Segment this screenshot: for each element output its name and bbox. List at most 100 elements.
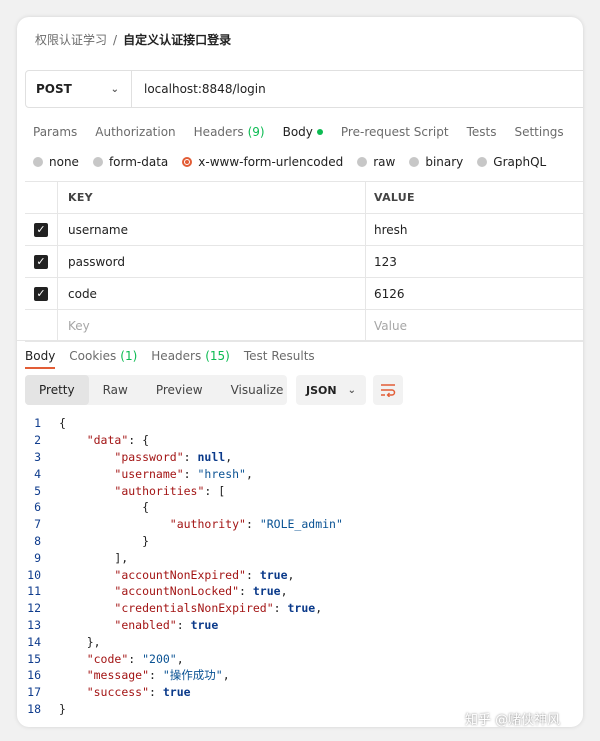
headers-count: (9) [247,125,265,139]
view-visualize[interactable]: Visualize [217,375,298,405]
code-text: ], [59,550,129,565]
tab-pre-request-script[interactable]: Pre-request Script [341,121,449,143]
code-text: "success": true [86,685,191,700]
line-number: 12 [27,601,41,616]
line-number: 9 [34,550,41,565]
view-raw[interactable]: Raw [89,375,142,405]
line-number: 4 [34,466,41,481]
checkbox-checked-icon[interactable]: ✓ [34,254,48,269]
line-number: 10 [27,567,41,582]
code-line: 12 "credentialsNonExpired": true, [17,600,583,617]
params-table: KEY VALUE ✓ username hresh ✓ password 12… [25,181,583,342]
code-line: 4 "username": "hresh", [17,465,583,482]
tab-label: Tests [466,125,497,139]
line-number: 2 [34,433,41,448]
code-text: "code": "200", [86,651,184,666]
tab-body[interactable]: Body [283,121,323,143]
method-select[interactable]: POST ⌄ [26,71,132,107]
tab-label: Settings [514,125,564,139]
active-dot-icon [316,129,323,135]
key-column-header: KEY [58,182,366,213]
line-number: 13 [27,617,41,632]
tab-params[interactable]: Params [33,121,77,143]
chevron-down-icon: ⌄ [110,83,119,95]
wrap-lines-button[interactable] [373,375,403,405]
breadcrumb-separator: / [113,32,118,47]
line-number: 8 [34,533,41,548]
format-select[interactable]: JSON ⌄ [296,375,366,405]
body-type-binary[interactable]: binary [409,155,463,169]
body-type-label: raw [373,155,396,169]
view-mode-group: Pretty Raw Preview Visualize [25,375,287,405]
body-type-none[interactable]: none [33,155,79,169]
body-type-graphql[interactable]: GraphQL [477,155,546,169]
code-text: } [59,701,66,716]
new-key-input[interactable]: Key [58,310,366,341]
code-text: "data": { [86,433,150,448]
body-type-form-data[interactable]: form-data [92,155,168,169]
checkbox-checked-icon[interactable]: ✓ [34,222,48,237]
request-tabs: Params Authorization Headers (9) Body Pre… [33,121,582,143]
code-line: 7 "authority": "ROLE_admin" [17,516,583,533]
header-check-cell [25,182,58,213]
code-line: 17 "success": true [17,684,583,701]
breadcrumb-parent[interactable]: 权限认证学习 [35,31,107,48]
line-number: 14 [27,634,41,649]
body-type-urlencoded[interactable]: x-www-form-urlencoded [182,155,343,169]
tab-authorization[interactable]: Authorization [95,121,175,143]
tab-label: Body [282,125,313,139]
param-value[interactable]: hresh [366,214,583,245]
tab-label: Headers [151,349,202,363]
body-type-raw[interactable]: raw [357,155,395,169]
tab-tests[interactable]: Tests [467,121,497,143]
view-preview[interactable]: Preview [142,375,217,405]
body-type-label: x-www-form-urlencoded [198,155,344,169]
line-number: 5 [34,483,41,498]
breadcrumb-current: 自定义认证接口登录 [123,33,232,47]
line-number: 18 [27,701,41,716]
breadcrumb: 权限认证学习 / 自定义认证接口登录 [35,31,231,48]
param-value[interactable]: 6126 [366,278,583,309]
response-tabs: Body Cookies (1) Headers (15) Test Results [25,345,329,369]
resp-tab-headers[interactable]: Headers (15) [151,345,230,367]
new-value-input[interactable]: Value [366,310,583,341]
code-text: "credentialsNonExpired": true, [114,601,323,616]
body-type-label: none [49,155,79,169]
body-type-label: binary [425,155,464,169]
param-key[interactable]: code [58,278,366,309]
line-number: 6 [34,500,41,515]
code-text: } [59,533,150,548]
check-cell: ✓ [25,214,58,245]
code-text: "authorities": [ [114,483,226,498]
view-pretty[interactable]: Pretty [25,375,89,405]
url-input[interactable]: localhost:8848/login [132,71,266,107]
code-line: 1{ [17,415,583,432]
param-key[interactable]: username [58,214,366,245]
code-text: "enabled": true [114,617,219,632]
code-line: 11 "accountNonLocked": true, [17,583,583,600]
code-line: 6 { [17,499,583,516]
line-number: 7 [34,517,41,532]
tab-headers[interactable]: Headers (9) [194,121,265,143]
tab-settings[interactable]: Settings [514,121,563,143]
code-line: 16 "message": "操作成功", [17,667,583,684]
resp-tab-test-results[interactable]: Test Results [244,345,315,367]
param-row-username: ✓ username hresh [25,214,583,246]
resp-tab-body[interactable]: Body [25,345,56,369]
line-number: 17 [27,685,41,700]
param-value[interactable]: 123 [366,246,583,277]
code-line: 3 "password": null, [17,449,583,466]
radio-icon [33,157,43,167]
code-text: }, [59,634,101,649]
postman-card: 权限认证学习 / 自定义认证接口登录 POST ⌄ localhost:8848… [17,17,583,727]
code-text: "username": "hresh", [114,466,253,481]
line-number: 1 [34,416,41,431]
radio-icon [357,157,368,167]
checkbox-checked-icon[interactable]: ✓ [34,286,48,301]
param-key[interactable]: password [58,246,366,277]
code-line: 10 "accountNonExpired": true, [17,566,583,583]
tab-label: Pre-request Script [340,125,449,139]
response-code[interactable]: 1{2 "data": {3 "password": null, 4 "usern… [17,415,583,717]
code-text: "password": null, [114,449,233,464]
resp-tab-cookies[interactable]: Cookies (1) [69,345,137,367]
